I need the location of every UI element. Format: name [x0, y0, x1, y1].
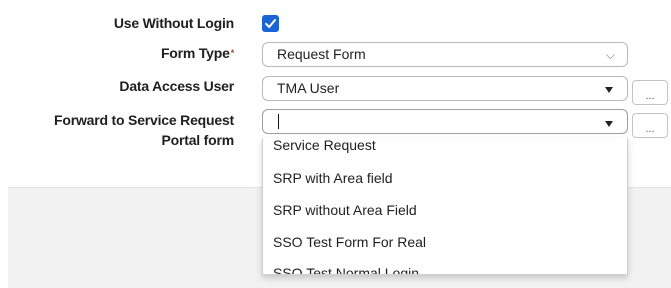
dropdown-arrow-icon[interactable] [605, 121, 613, 127]
form-page: Use Without Login Form Type* Request For… [0, 0, 671, 288]
form-type-value: Request Form [277, 46, 366, 62]
dropdown-option[interactable]: Service Request [273, 138, 376, 153]
data-access-user-label-text: Data Access User [119, 78, 234, 94]
form-type-select[interactable]: Request Form ⌵ [262, 42, 628, 67]
forward-to-browse-button[interactable]: ... [632, 113, 668, 138]
data-access-user-select[interactable]: TMA User [262, 76, 628, 101]
forward-to-label: Forward to Service Request [0, 112, 234, 129]
text-cursor [278, 114, 279, 129]
data-access-user-browse-button[interactable]: ... [632, 80, 668, 105]
chevron-down-icon: ⌵ [605, 48, 615, 62]
browse-button-label: ... [645, 123, 655, 135]
form-type-label: Form Type* [0, 45, 234, 62]
forward-to-dropdown-list[interactable]: Service Request SRP with Area field SRP … [262, 138, 628, 275]
checkmark-icon [265, 19, 276, 28]
use-without-login-checkbox[interactable] [262, 15, 279, 32]
dropdown-option[interactable]: SRP without Area Field [273, 202, 417, 218]
browse-button-label: ... [645, 90, 655, 102]
data-access-user-label: Data Access User [0, 78, 234, 95]
use-without-login-label-text: Use Without Login [113, 15, 234, 31]
form-type-label-text: Form Type [160, 45, 230, 61]
forward-to-combobox[interactable] [262, 109, 628, 134]
forward-to-label-line2: Portal form [161, 132, 235, 148]
required-mark: * [230, 48, 235, 58]
dropdown-option[interactable]: SSO Test Form For Real [273, 234, 426, 250]
dropdown-option[interactable]: SRP with Area field [273, 170, 393, 186]
forward-to-label-second: Portal form [0, 132, 235, 149]
forward-to-label-line1: Forward to Service Request [54, 112, 234, 128]
dropdown-arrow-icon[interactable] [605, 87, 613, 93]
dropdown-option[interactable]: SSO Test Normal Login [273, 265, 419, 274]
data-access-user-value: TMA User [277, 80, 340, 96]
use-without-login-label: Use Without Login [0, 15, 234, 32]
